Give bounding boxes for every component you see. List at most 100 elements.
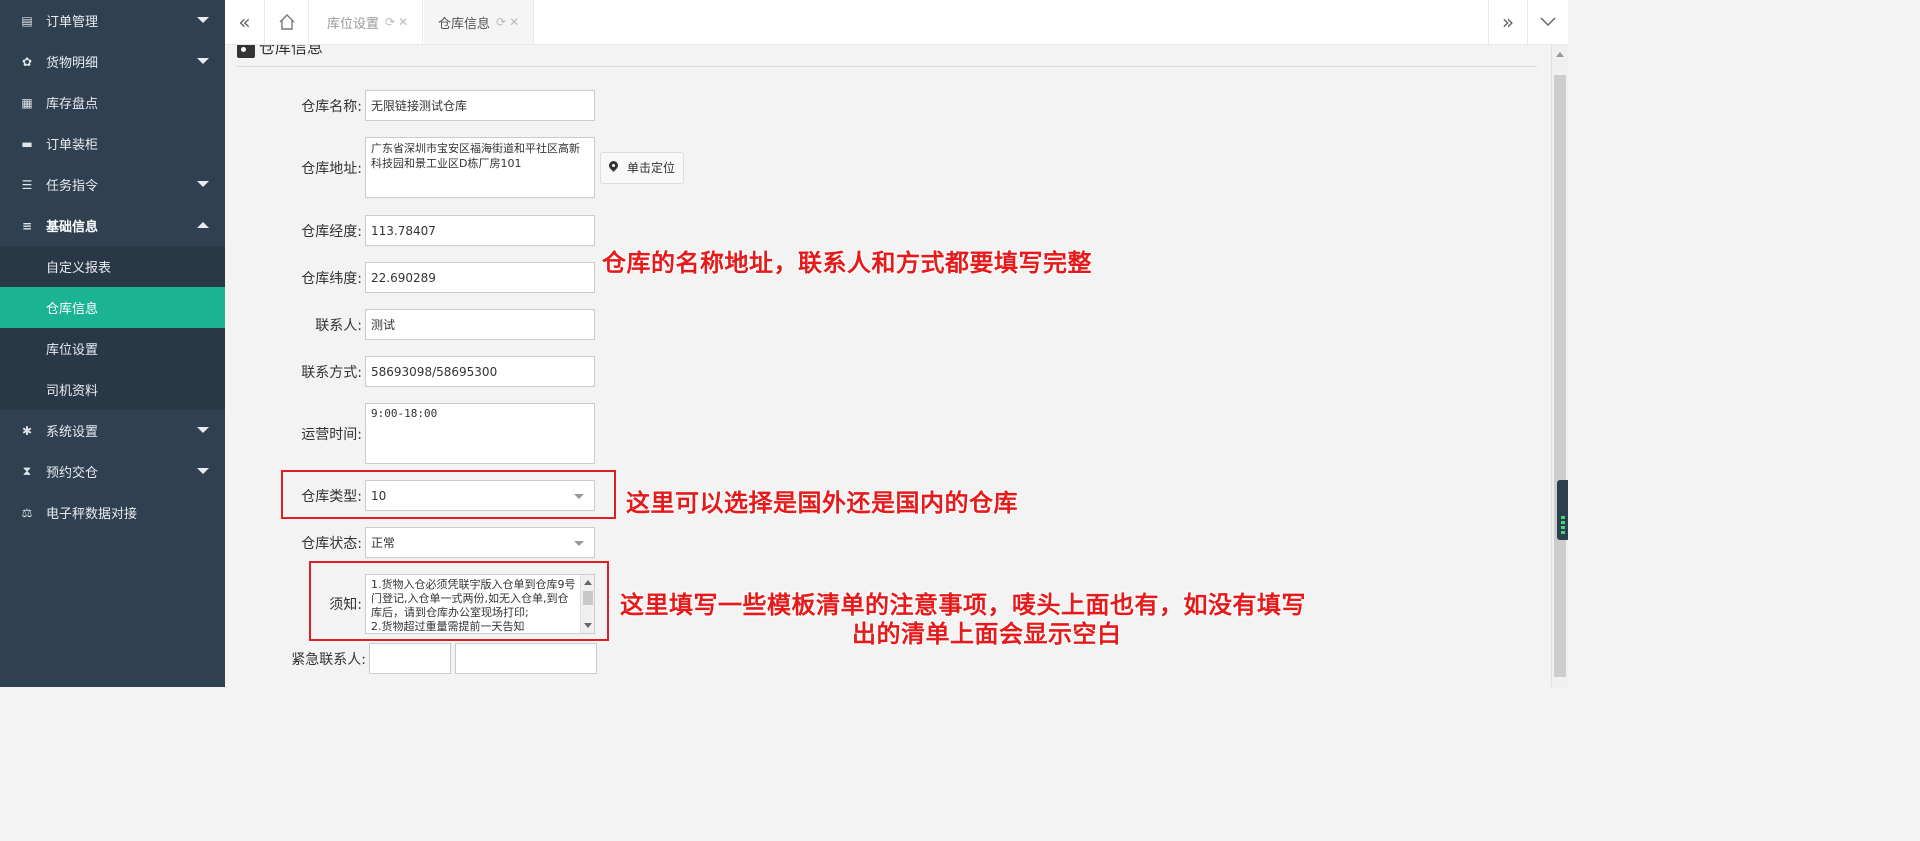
nav-label: 库存盘点	[46, 97, 99, 112]
tab-bar: « 库位设置 ⟳ ✕ 仓库信息 ⟳ ✕ »	[225, 0, 1568, 45]
chevron-up-icon	[197, 222, 209, 228]
nav-label: 系统设置	[46, 425, 99, 440]
section-title: 仓库信息	[259, 45, 324, 57]
nav-label: 订单管理	[46, 15, 99, 30]
nav-basic-info[interactable]: ≡ 基础信息	[0, 205, 225, 246]
section-header: 仓库信息	[237, 45, 1537, 67]
scale-icon: ⚖	[21, 505, 33, 520]
status-selected-value: 正常	[371, 536, 396, 550]
home-icon	[279, 14, 294, 30]
longitude-label: 仓库经度:	[301, 223, 362, 240]
chevron-down-icon	[197, 427, 209, 433]
nav-label: 电子秤数据对接	[46, 507, 138, 522]
warehouse-address-textarea[interactable]: 广东省深圳市宝安区福海街道和平社区高新科技园和景工业区D栋厂房101	[365, 137, 595, 198]
double-chevron-left-icon: «	[238, 10, 251, 34]
row-hours: 运营时间: 9:00-18:00	[225, 403, 595, 464]
chevron-down-icon	[197, 17, 209, 23]
chevron-down-icon	[197, 468, 209, 474]
chevron-down-icon	[197, 181, 209, 187]
status-label: 仓库状态:	[301, 535, 362, 552]
refresh-icon[interactable]: ⟳	[496, 15, 506, 29]
annotation-notice-line2: 出的清单上面会显示空白	[852, 620, 1122, 648]
annotation-box-notice	[309, 561, 609, 641]
home-button[interactable]	[265, 0, 309, 44]
id-card-icon	[237, 45, 255, 58]
tab-location-settings[interactable]: 库位设置 ⟳ ✕	[313, 0, 424, 44]
address-label: 仓库地址:	[301, 160, 362, 177]
subnav-driver-info[interactable]: 司机资料	[0, 369, 225, 410]
subnav-custom-report[interactable]: 自定义报表	[0, 246, 225, 287]
scroll-thumb[interactable]	[1554, 75, 1566, 677]
tab-label: 仓库信息	[438, 16, 491, 32]
nav-task-commands[interactable]: ☰ 任务指令	[0, 164, 225, 205]
locate-button[interactable]: 单击定位	[600, 151, 685, 184]
nav-goods-detail[interactable]: ✿ 货物明细	[0, 41, 225, 82]
row-longitude: 仓库经度: 113.78407	[225, 215, 595, 246]
nav-order-loading[interactable]: ▬ 订单装柜	[0, 123, 225, 164]
nav-appointment[interactable]: ⧗ 预约交仓	[0, 451, 225, 492]
nav-label: 货物明细	[46, 56, 99, 71]
name-label: 仓库名称:	[301, 98, 362, 115]
contact-label: 联系人:	[315, 317, 362, 334]
refresh-icon[interactable]: ⟳	[385, 15, 395, 29]
nav-inventory-check[interactable]: ▦ 库存盘点	[0, 82, 225, 123]
nav-label: 任务指令	[46, 179, 99, 194]
bars-icon: ≡	[21, 218, 33, 233]
double-chevron-right-icon: »	[1501, 10, 1515, 34]
tab-label: 库位设置	[327, 16, 380, 32]
urgent-contact-name-input[interactable]	[369, 643, 451, 674]
floating-widget[interactable]	[1557, 480, 1568, 540]
warehouse-status-select[interactable]: 正常	[365, 527, 595, 558]
nav-order-management[interactable]: ▤ 订单管理	[0, 0, 225, 41]
sidebar: ▤ 订单管理 ✿ 货物明细 ▦ 库存盘点 ▬ 订单装柜 ☰ 任务指令 ≡ 基础信…	[0, 0, 225, 687]
phone-input[interactable]: 58693098/58695300	[365, 356, 595, 387]
scroll-tabs-left-button[interactable]: «	[225, 0, 265, 44]
latitude-label: 仓库纬度:	[301, 270, 362, 287]
annotation-contact-info: 仓库的名称地址，联系人和方式都要填写完整	[602, 249, 1092, 277]
page-scrollbar[interactable]	[1551, 45, 1568, 687]
phone-label: 联系方式:	[301, 364, 362, 381]
nav-label: 基础信息	[46, 220, 99, 235]
tab-warehouse-info[interactable]: 仓库信息 ⟳ ✕	[424, 0, 535, 44]
warehouse-name-input[interactable]: 无限链接测试仓库	[365, 90, 595, 121]
locate-button-label: 单击定位	[627, 161, 676, 175]
row-latitude: 仓库纬度: 22.690289	[225, 262, 595, 293]
hourglass-icon: ⧗	[22, 464, 32, 478]
cubes-icon: ✿	[21, 54, 33, 69]
annotation-box-type	[281, 470, 616, 519]
urgent-contact-phone-input[interactable]	[455, 643, 597, 674]
row-warehouse-name: 仓库名称: 无限链接测试仓库	[225, 90, 595, 121]
nav-label: 预约交仓	[46, 466, 99, 481]
longitude-input[interactable]: 113.78407	[365, 215, 595, 246]
nav-label: 订单装柜	[46, 138, 99, 153]
urgent-contact-label: 紧急联系人:	[291, 651, 366, 668]
caret-down-icon	[574, 541, 584, 546]
nav-scale-integration[interactable]: ⚖ 电子秤数据对接	[0, 492, 225, 533]
chevron-down-icon	[197, 58, 209, 64]
scroll-up-icon	[1556, 52, 1564, 57]
row-warehouse-address: 仓库地址: 广东省深圳市宝安区福海街道和平社区高新科技园和景工业区D栋厂房101…	[225, 137, 685, 198]
operating-hours-textarea[interactable]: 9:00-18:00	[365, 403, 595, 464]
truck-icon: ▬	[21, 136, 33, 151]
basic-info-submenu: 自定义报表 仓库信息 库位设置 司机资料	[0, 246, 225, 410]
row-contact: 联系人: 测试	[225, 309, 595, 340]
row-warehouse-status: 仓库状态: 正常	[225, 527, 595, 558]
nav-system-settings[interactable]: ✱ 系统设置	[0, 410, 225, 451]
gear-icon: ✱	[21, 423, 33, 438]
scroll-tabs-right-button[interactable]: »	[1488, 0, 1528, 44]
chevron-down-icon	[1540, 17, 1556, 27]
receipt-icon: ▤	[21, 13, 33, 28]
row-phone: 联系方式: 58693098/58695300	[225, 356, 595, 387]
close-icon[interactable]: ✕	[398, 15, 408, 29]
tab-options-button[interactable]	[1528, 0, 1568, 44]
contact-input[interactable]: 测试	[365, 309, 595, 340]
map-marker-icon	[609, 161, 619, 174]
subnav-location-settings[interactable]: 库位设置	[0, 328, 225, 369]
close-icon[interactable]: ✕	[509, 15, 519, 29]
subnav-warehouse-info[interactable]: 仓库信息	[0, 287, 225, 328]
annotation-warehouse-type: 这里可以选择是国外还是国内的仓库	[626, 489, 1018, 517]
list-icon: ☰	[21, 177, 33, 192]
latitude-input[interactable]: 22.690289	[365, 262, 595, 293]
table-icon: ▦	[21, 95, 33, 110]
row-urgent-contact: 紧急联系人:	[225, 643, 597, 674]
